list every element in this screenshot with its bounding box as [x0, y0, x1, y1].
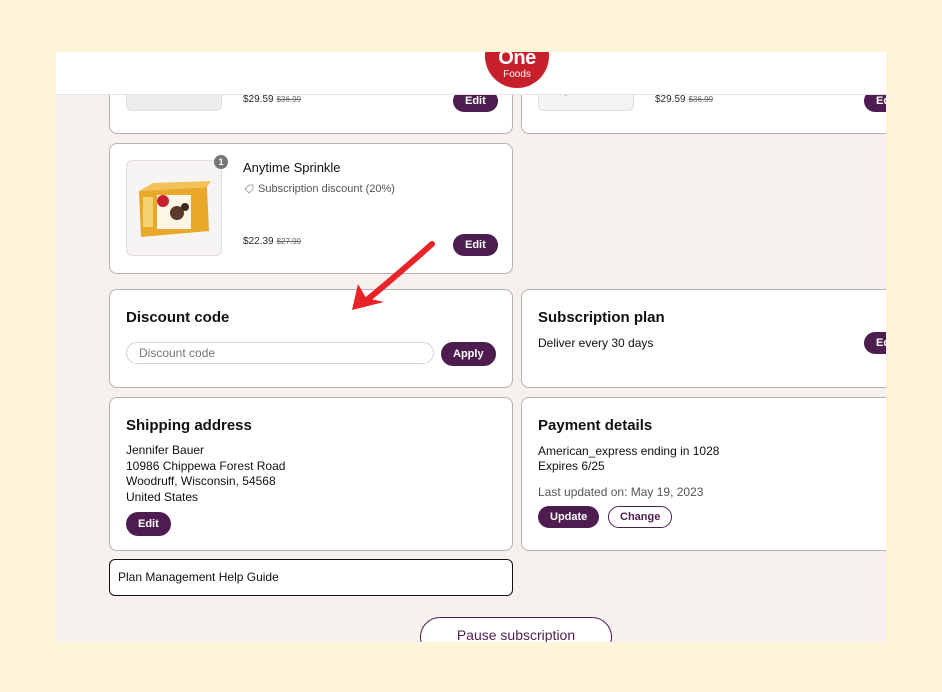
shipping-heading: Shipping address	[126, 417, 252, 434]
product-discount: Subscription discount (20%)	[258, 183, 395, 195]
discount-card: Discount code Apply	[109, 289, 513, 388]
product-old-price: $36.99	[276, 95, 302, 104]
logo-subword: Foods	[503, 69, 531, 80]
shipping-edit-button[interactable]: Edit	[126, 512, 171, 536]
quantity-badge: 1	[214, 155, 228, 169]
product-name: Anytime Sprinkle	[243, 160, 341, 175]
product-price: $22.39 $27.99	[243, 236, 302, 247]
payment-last-updated: Last updated on: May 19, 2023	[538, 485, 704, 499]
annotation-arrow-icon	[352, 241, 435, 310]
product-box-graphic	[139, 181, 211, 237]
payment-expiry: Expires 6/25	[538, 459, 605, 473]
plan-frequency: Deliver every 30 days	[538, 336, 654, 350]
logo-word: One	[498, 52, 536, 69]
product-old-price: $27.99	[276, 237, 302, 246]
subscription-plan-card: Subscription plan Deliver every 30 days …	[521, 289, 886, 388]
update-payment-button[interactable]: Update	[538, 506, 600, 528]
product-old-price: $36.99	[688, 95, 714, 104]
product-price: $29.59 $36.99	[243, 94, 302, 105]
app-frame: One Foods $29.59 $36.99 Edit $29.59 $36.99…	[56, 52, 886, 642]
help-guide-link[interactable]: Plan Management Help Guide	[109, 559, 513, 596]
discount-code-input[interactable]	[126, 342, 434, 364]
product-price: $29.59 $36.99	[655, 94, 714, 105]
shipping-country: United States	[126, 490, 199, 504]
edit-button[interactable]: Edit	[453, 234, 498, 256]
plan-heading: Subscription plan	[538, 309, 665, 326]
product-image[interactable]	[126, 160, 222, 256]
product-card: 1 Anytime Sprinkle Subscription discount…	[109, 143, 513, 274]
apply-button[interactable]: Apply	[441, 342, 496, 366]
shipping-city: Woodruff, Wisconsin, 54568	[126, 474, 276, 488]
change-payment-button[interactable]: Change	[608, 506, 673, 528]
pause-subscription-button[interactable]: Pause subscription	[420, 617, 612, 642]
shipping-address-card: Shipping address Jennifer Bauer 10986 Ch…	[109, 397, 513, 551]
plan-edit-button[interactable]: Ed	[864, 332, 886, 354]
payment-heading: Payment details	[538, 417, 653, 434]
discount-heading: Discount code	[126, 309, 230, 326]
payment-details-card: Payment details American_express ending …	[521, 397, 886, 551]
shipping-street: 10986 Chippewa Forest Road	[126, 459, 286, 473]
shipping-name: Jennifer Bauer	[126, 443, 205, 457]
discount-tag-icon	[243, 182, 255, 200]
top-header	[56, 52, 886, 95]
payment-card-info: American_express ending in 1028	[538, 444, 720, 458]
